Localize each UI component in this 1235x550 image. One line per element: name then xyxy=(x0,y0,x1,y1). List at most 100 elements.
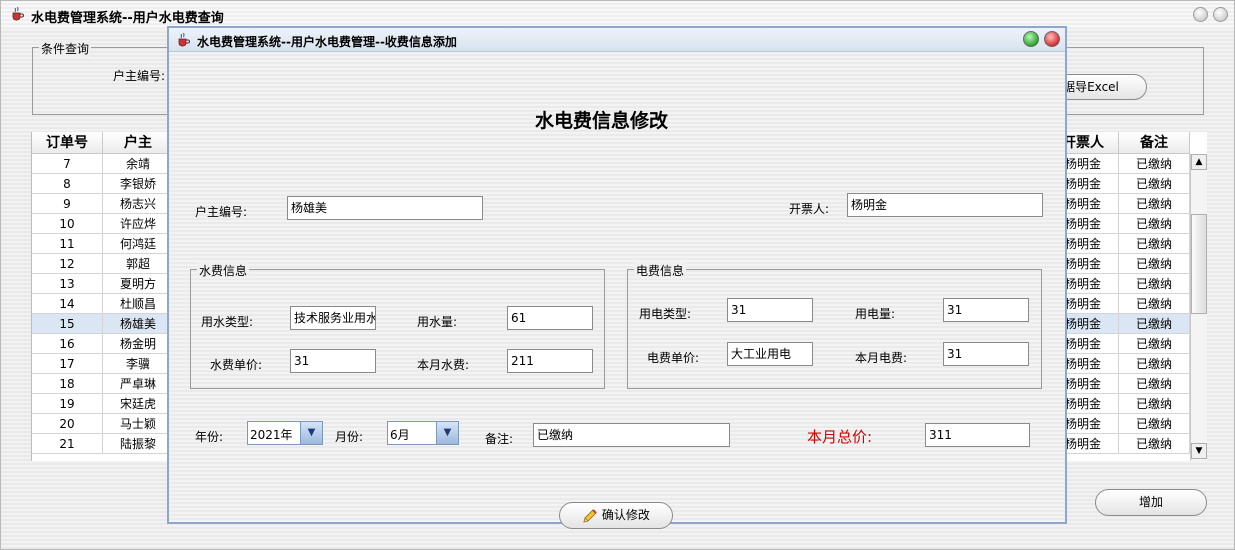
cell-note: 已缴纳 xyxy=(1119,254,1190,274)
cell-id: 15 xyxy=(32,314,103,334)
water-group-title: 水费信息 xyxy=(197,262,250,279)
confirm-edit-label: 确认修改 xyxy=(601,508,650,522)
cell-owner: 郭超 xyxy=(103,254,174,274)
water-fee-field[interactable]: 211 xyxy=(507,349,593,373)
electricity-group-title: 电费信息 xyxy=(634,262,687,279)
note-field[interactable]: 已缴纳 xyxy=(533,423,730,447)
add-button-label: 增加 xyxy=(1138,495,1163,509)
cell-owner: 余靖 xyxy=(103,154,174,174)
scroll-down-arrow-icon[interactable]: ▼ xyxy=(1191,443,1207,459)
main-titlebar: 水电费管理系统--用户水电费查询 xyxy=(1,1,1234,29)
cell-id: 19 xyxy=(32,394,103,414)
cell-note: 已缴纳 xyxy=(1119,234,1190,254)
elec-usage-field[interactable]: 31 xyxy=(943,298,1029,322)
java-cup-icon xyxy=(12,6,24,21)
month-label: 月份: xyxy=(335,430,364,444)
edit-dialog: 水电费管理系统--用户水电费管理--收费信息添加 水电费信息修改 户主编号: 杨… xyxy=(167,26,1067,529)
cell-owner: 严卓琳 xyxy=(103,374,174,394)
water-fee-label: 本月水费: xyxy=(417,358,470,372)
cell-note: 已缴纳 xyxy=(1119,394,1190,414)
close-button[interactable] xyxy=(1213,7,1228,22)
year-select[interactable]: 2021年 ▼ xyxy=(247,421,323,445)
total-price-label: 本月总价: xyxy=(807,428,873,446)
header-note[interactable]: 备注 xyxy=(1119,132,1190,154)
cell-note: 已缴纳 xyxy=(1119,314,1190,334)
elec-price-field[interactable]: 大工业用电 xyxy=(727,342,813,366)
water-price-label: 水费单价: xyxy=(210,358,263,372)
issuer-field[interactable]: 杨明金 xyxy=(847,193,1043,217)
elec-fee-label: 本月电费: xyxy=(855,351,908,365)
filter-group-title: 条件查询 xyxy=(39,40,92,57)
table-scrollbar[interactable]: ▲ ▼ xyxy=(1190,154,1207,461)
dialog-minimize-button[interactable] xyxy=(1023,31,1039,47)
cell-note: 已缴纳 xyxy=(1119,214,1190,234)
year-select-value: 2021年 xyxy=(250,428,293,442)
cell-owner: 许应烨 xyxy=(103,214,174,234)
cell-id: 11 xyxy=(32,234,103,254)
cell-note: 已缴纳 xyxy=(1119,374,1190,394)
total-price-field[interactable]: 311 xyxy=(925,423,1030,447)
filter-owner-id-label: 户主编号: xyxy=(113,69,166,83)
header-owner[interactable]: 户主 xyxy=(103,132,174,154)
water-usage-field[interactable]: 61 xyxy=(507,306,593,330)
elec-type-field[interactable]: 31 xyxy=(727,298,813,322)
cell-owner: 何鸿廷 xyxy=(103,234,174,254)
electricity-groupbox: 电费信息 xyxy=(627,262,1042,389)
owner-id-field[interactable]: 杨雄美 xyxy=(287,196,483,220)
month-select-value: 6月 xyxy=(390,428,410,442)
cell-id: 16 xyxy=(32,334,103,354)
minimize-button[interactable] xyxy=(1193,7,1208,22)
cell-note: 已缴纳 xyxy=(1119,414,1190,434)
cell-note: 已缴纳 xyxy=(1119,174,1190,194)
cell-id: 21 xyxy=(32,434,103,454)
chevron-down-icon[interactable]: ▼ xyxy=(436,422,458,444)
water-price-field[interactable]: 31 xyxy=(290,349,376,373)
header-order-id[interactable]: 订单号 xyxy=(32,132,103,154)
cell-owner: 李骥 xyxy=(103,354,174,374)
water-type-label: 用水类型: xyxy=(201,315,254,329)
dialog-close-button[interactable] xyxy=(1044,31,1060,47)
dialog-content: 水电费信息修改 户主编号: 杨雄美 开票人: 杨明金 水费信息 用水类型: 技术… xyxy=(169,52,1065,529)
dialog-titlebar: 水电费管理系统--用户水电费管理--收费信息添加 xyxy=(169,28,1065,52)
add-button[interactable]: 增加 xyxy=(1095,489,1207,516)
scroll-thumb[interactable] xyxy=(1191,214,1207,314)
cell-owner: 杨金明 xyxy=(103,334,174,354)
cell-id: 20 xyxy=(32,414,103,434)
main-window-title: 水电费管理系统--用户水电费查询 xyxy=(31,11,224,26)
cell-id: 7 xyxy=(32,154,103,174)
elec-fee-field[interactable]: 31 xyxy=(943,342,1029,366)
java-cup-icon xyxy=(178,32,190,47)
cell-id: 9 xyxy=(32,194,103,214)
cell-id: 14 xyxy=(32,294,103,314)
cell-owner: 陆振黎 xyxy=(103,434,174,454)
note-label: 备注: xyxy=(485,432,514,446)
cell-owner: 夏明方 xyxy=(103,274,174,294)
cell-owner: 马士颖 xyxy=(103,414,174,434)
chevron-down-icon[interactable]: ▼ xyxy=(300,422,322,444)
water-type-field[interactable]: 技术服务业用水 xyxy=(290,306,376,330)
owner-id-label: 户主编号: xyxy=(195,205,248,219)
cell-note: 已缴纳 xyxy=(1119,294,1190,314)
cell-note: 已缴纳 xyxy=(1119,354,1190,374)
cell-id: 10 xyxy=(32,214,103,234)
cell-id: 13 xyxy=(32,274,103,294)
year-label: 年份: xyxy=(195,430,224,444)
scroll-up-arrow-icon[interactable]: ▲ xyxy=(1191,154,1207,170)
cell-id: 18 xyxy=(32,374,103,394)
dialog-heading: 水电费信息修改 xyxy=(535,110,669,132)
cell-note: 已缴纳 xyxy=(1119,434,1190,454)
cell-owner: 杨志兴 xyxy=(103,194,174,214)
cell-owner: 宋廷虎 xyxy=(103,394,174,414)
cell-id: 17 xyxy=(32,354,103,374)
issuer-label: 开票人: xyxy=(789,202,830,216)
elec-price-label: 电费单价: xyxy=(647,351,700,365)
month-select[interactable]: 6月 ▼ xyxy=(387,421,459,445)
elec-usage-label: 用电量: xyxy=(855,307,896,321)
cell-id: 12 xyxy=(32,254,103,274)
dialog-title: 水电费管理系统--用户水电费管理--收费信息添加 xyxy=(197,35,457,49)
cell-owner: 李银娇 xyxy=(103,174,174,194)
cell-note: 已缴纳 xyxy=(1119,274,1190,294)
water-usage-label: 用水量: xyxy=(417,315,458,329)
cell-note: 已缴纳 xyxy=(1119,154,1190,174)
confirm-edit-button[interactable]: 确认修改 xyxy=(559,502,673,529)
